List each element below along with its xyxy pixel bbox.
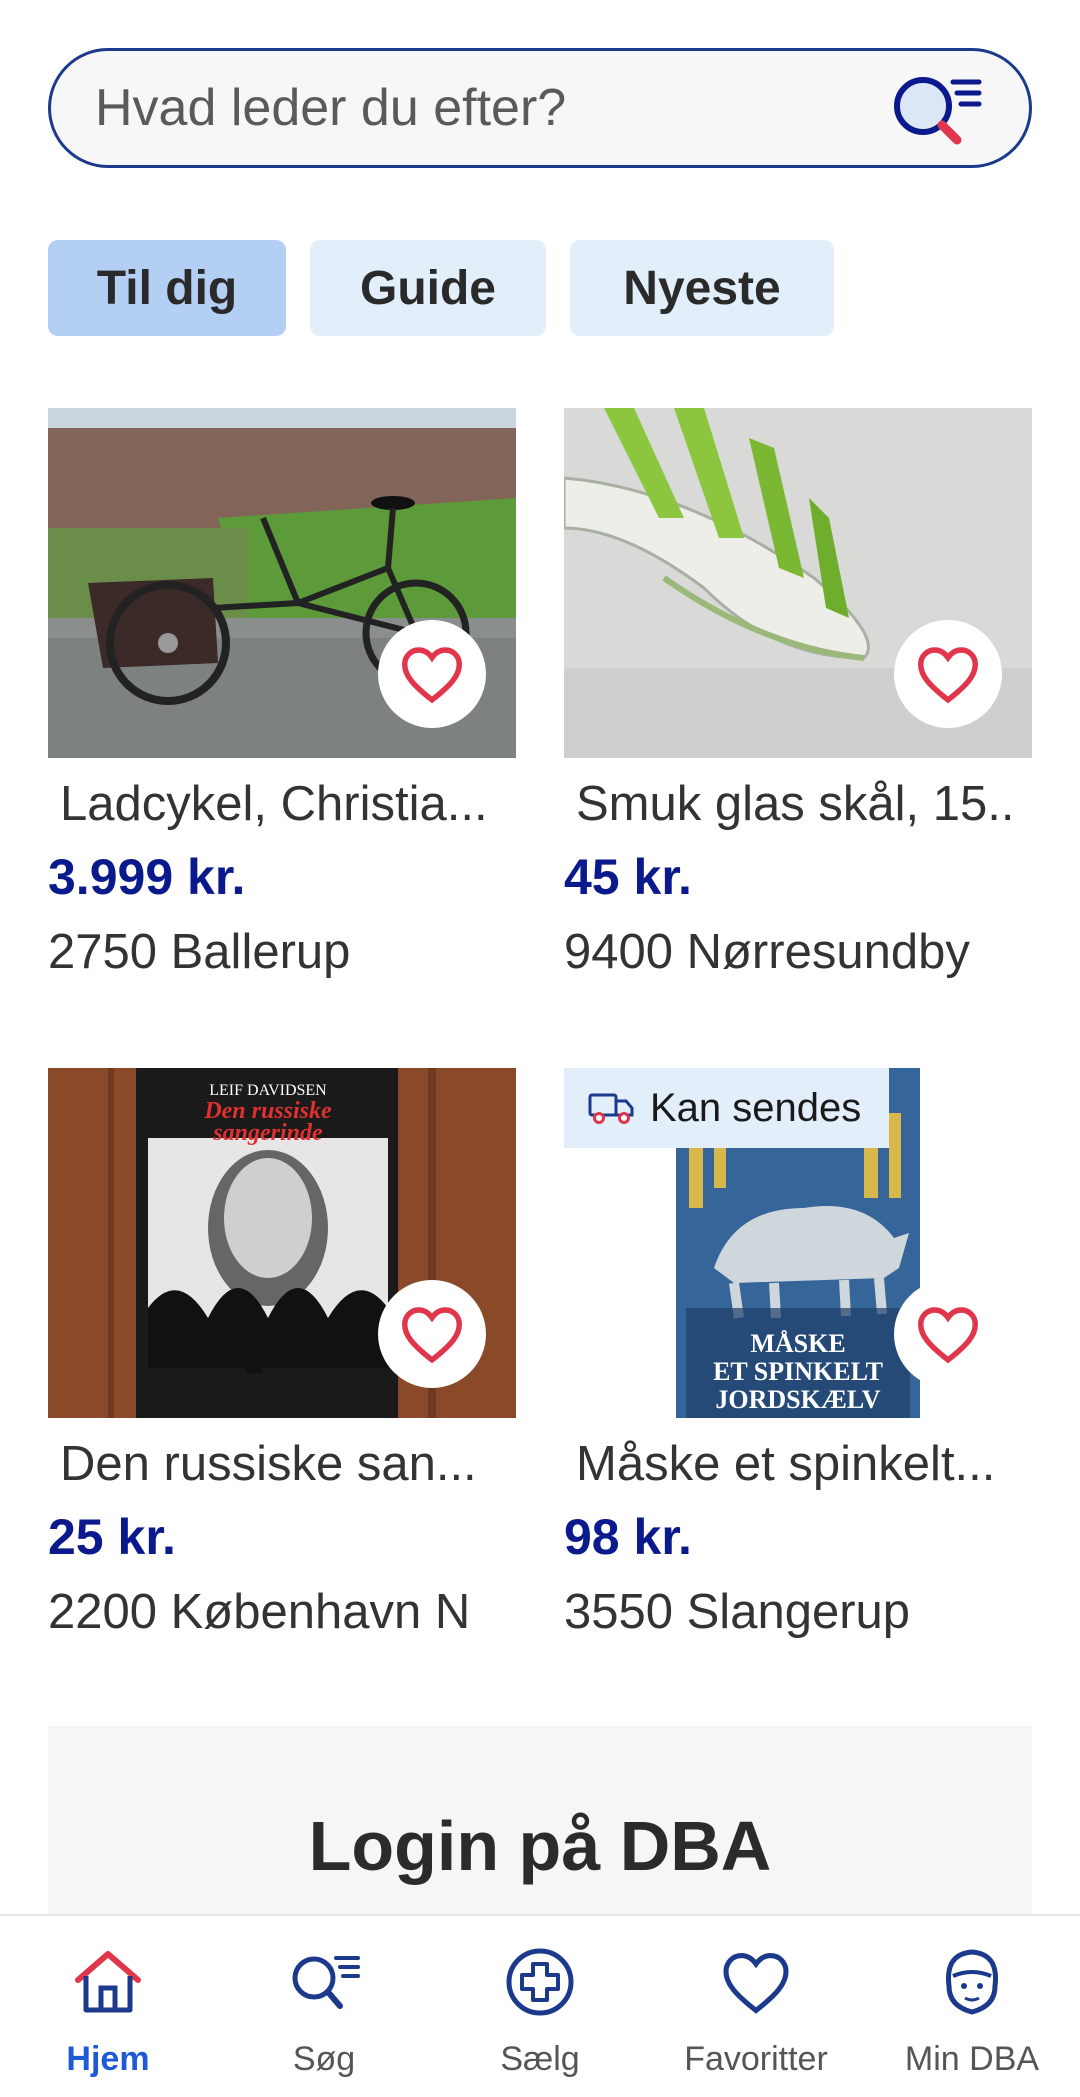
favorite-button[interactable] [894,1280,1002,1388]
shipping-badge: Kan sendes [564,1068,890,1148]
favorite-button[interactable] [378,620,486,728]
listing-location: 2200 København N [48,1585,471,1639]
book-title-line: Den russiske [204,1098,332,1124]
listing-title[interactable]: Måske et spinkelt... [564,1436,1032,1492]
book-title: Den russiske sangerinde [148,1098,388,1146]
favorite-button[interactable] [894,620,1002,728]
book-title-line: sangerinde [213,1120,323,1146]
listing-price: 98 kr. [564,1509,692,1565]
nav-item-sell[interactable]: Sælg [432,1916,648,2097]
listing-price: 3.999 kr. [48,849,246,905]
bottom-nav: Hjem Søg Sælg Favoritter Min DBA [0,1914,1080,2097]
listing-title[interactable]: Den russiske san... [48,1436,516,1492]
book-title-line: JORDSKÆLV [715,1385,881,1414]
listing-location: 3550 Slangerup [564,1585,911,1639]
tab-nyeste[interactable]: Nyeste [570,240,834,336]
heart-icon [716,1942,796,2022]
nav-label: Min DBA [904,2040,1040,2078]
nav-item-favorites[interactable]: Favoritter [648,1916,864,2097]
search-bar[interactable]: Hvad leder du efter? [48,48,1032,168]
heart-icon [401,647,463,704]
favorite-button[interactable] [378,1280,486,1388]
search-icon [284,1942,364,2022]
nav-label: Sælg [500,2040,580,2078]
nav-label: Søg [292,2040,356,2078]
shipping-badge-label: Kan sendes [650,1085,862,1130]
nav-item-home[interactable]: Hjem [0,1916,216,2097]
tab-til-dig[interactable]: Til dig [48,240,286,336]
book-cover-title: MÅSKE ET SPINKELT JORDSKÆLV [676,1330,920,1414]
user-icon [932,1942,1012,2022]
listing-price: 25 kr. [48,1509,176,1565]
login-panel: Login på DBA [48,1726,1032,1926]
feed-tabs: Til dig Guide Nyeste [48,240,834,336]
plus-circle-icon [500,1942,580,2022]
nav-item-my-dba[interactable]: Min DBA [864,1916,1080,2097]
listing-location: 2750 Ballerup [48,925,351,979]
heart-icon [401,1307,463,1364]
nav-label: Hjem [66,2040,150,2078]
login-title: Login på DBA [308,1807,772,1885]
listing-image[interactable] [564,408,1032,758]
search-input[interactable]: Hvad leder du efter? [95,78,885,138]
heart-icon [917,1307,979,1364]
listing-card[interactable]: Smuk glas skål, 15.. 45 kr. 9400 Nørresu… [564,408,1032,980]
listing-image[interactable]: Kan sendes MÅSKE ET SPINKELT JORDSKÆLV [564,1068,1032,1418]
search-icon[interactable] [885,68,985,148]
listing-card[interactable]: Ladcykel, Christia... 3.999 kr. 2750 Bal… [48,408,516,980]
truck-icon [588,1093,634,1124]
nav-item-search[interactable]: Søg [216,1916,432,2097]
listing-image[interactable] [48,408,516,758]
listing-image[interactable]: LEIF DAVIDSEN Den russiske sangerinde [48,1068,516,1418]
listing-card[interactable]: LEIF DAVIDSEN Den russiske sangerinde De… [48,1068,516,1640]
nav-label: Favoritter [684,2040,828,2078]
home-icon [68,1942,148,2022]
listing-price: 45 kr. [564,849,692,905]
listing-title[interactable]: Smuk glas skål, 15.. [564,776,1032,832]
listing-title[interactable]: Ladcykel, Christia... [48,776,516,832]
tab-guide[interactable]: Guide [310,240,546,336]
heart-icon [917,647,979,704]
book-title-line: MÅSKE [750,1329,846,1358]
listing-location: 9400 Nørresundby [564,925,970,979]
listing-card[interactable]: Kan sendes MÅSKE ET SPINKELT JORDSKÆLV M… [564,1068,1032,1640]
book-title-line: ET SPINKELT [713,1357,883,1386]
